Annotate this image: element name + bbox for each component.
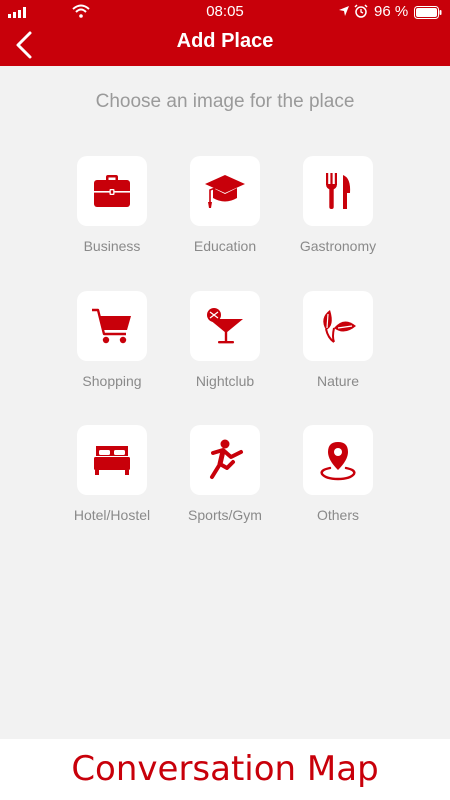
category-tile[interactable] bbox=[77, 291, 147, 361]
briefcase-icon bbox=[94, 175, 130, 207]
category-nightclub[interactable]: Nightclub bbox=[165, 291, 285, 389]
category-label: Nature bbox=[316, 373, 360, 389]
category-tile[interactable] bbox=[303, 156, 373, 226]
category-tile[interactable] bbox=[190, 291, 260, 361]
shopping-cart-icon bbox=[92, 308, 131, 344]
bed-icon bbox=[94, 446, 130, 475]
battery-icon bbox=[414, 6, 442, 19]
nav-bar: Add Place bbox=[0, 24, 450, 66]
category-label: Shopping bbox=[82, 373, 142, 389]
footer-banner: Conversation Map bbox=[0, 739, 450, 800]
category-label: Nightclub bbox=[195, 373, 255, 389]
category-others[interactable]: Others bbox=[278, 425, 398, 523]
instruction-text: Choose an image for the place bbox=[95, 91, 355, 112]
category-hotel[interactable]: Hotel/Hostel bbox=[52, 425, 172, 523]
category-tile[interactable] bbox=[190, 156, 260, 226]
map-pin-icon bbox=[320, 442, 356, 481]
location-arrow-icon bbox=[339, 6, 349, 16]
category-nature[interactable]: Nature bbox=[278, 291, 398, 389]
page-title: Add Place bbox=[176, 30, 274, 52]
brand-name: Conversation Map bbox=[71, 749, 379, 789]
category-tile[interactable] bbox=[190, 425, 260, 495]
alarm-icon bbox=[354, 4, 368, 18]
category-label: Others bbox=[316, 507, 359, 523]
category-tile[interactable] bbox=[303, 291, 373, 361]
category-sports[interactable]: Sports/Gym bbox=[165, 425, 285, 523]
status-bar: 08:05 96 % bbox=[0, 0, 450, 24]
graduation-cap-icon bbox=[205, 175, 245, 208]
category-label: Gastronomy bbox=[299, 238, 377, 254]
battery-percent: 96 % bbox=[374, 3, 409, 20]
category-shopping[interactable]: Shopping bbox=[52, 291, 172, 389]
leaf-icon bbox=[323, 310, 356, 343]
cocktail-icon bbox=[207, 308, 243, 344]
fork-knife-icon bbox=[326, 173, 351, 209]
category-education[interactable]: Education bbox=[165, 156, 285, 254]
category-label: Hotel/Hostel bbox=[73, 507, 151, 523]
category-label: Education bbox=[193, 238, 257, 254]
category-tile[interactable] bbox=[303, 425, 373, 495]
category-gastronomy[interactable]: Gastronomy bbox=[278, 156, 398, 254]
category-business[interactable]: Business bbox=[52, 156, 172, 254]
category-tile[interactable] bbox=[77, 156, 147, 226]
running-person-icon bbox=[210, 439, 243, 479]
category-label: Sports/Gym bbox=[188, 507, 262, 523]
category-label: Business bbox=[83, 238, 141, 254]
category-tile[interactable] bbox=[77, 425, 147, 495]
